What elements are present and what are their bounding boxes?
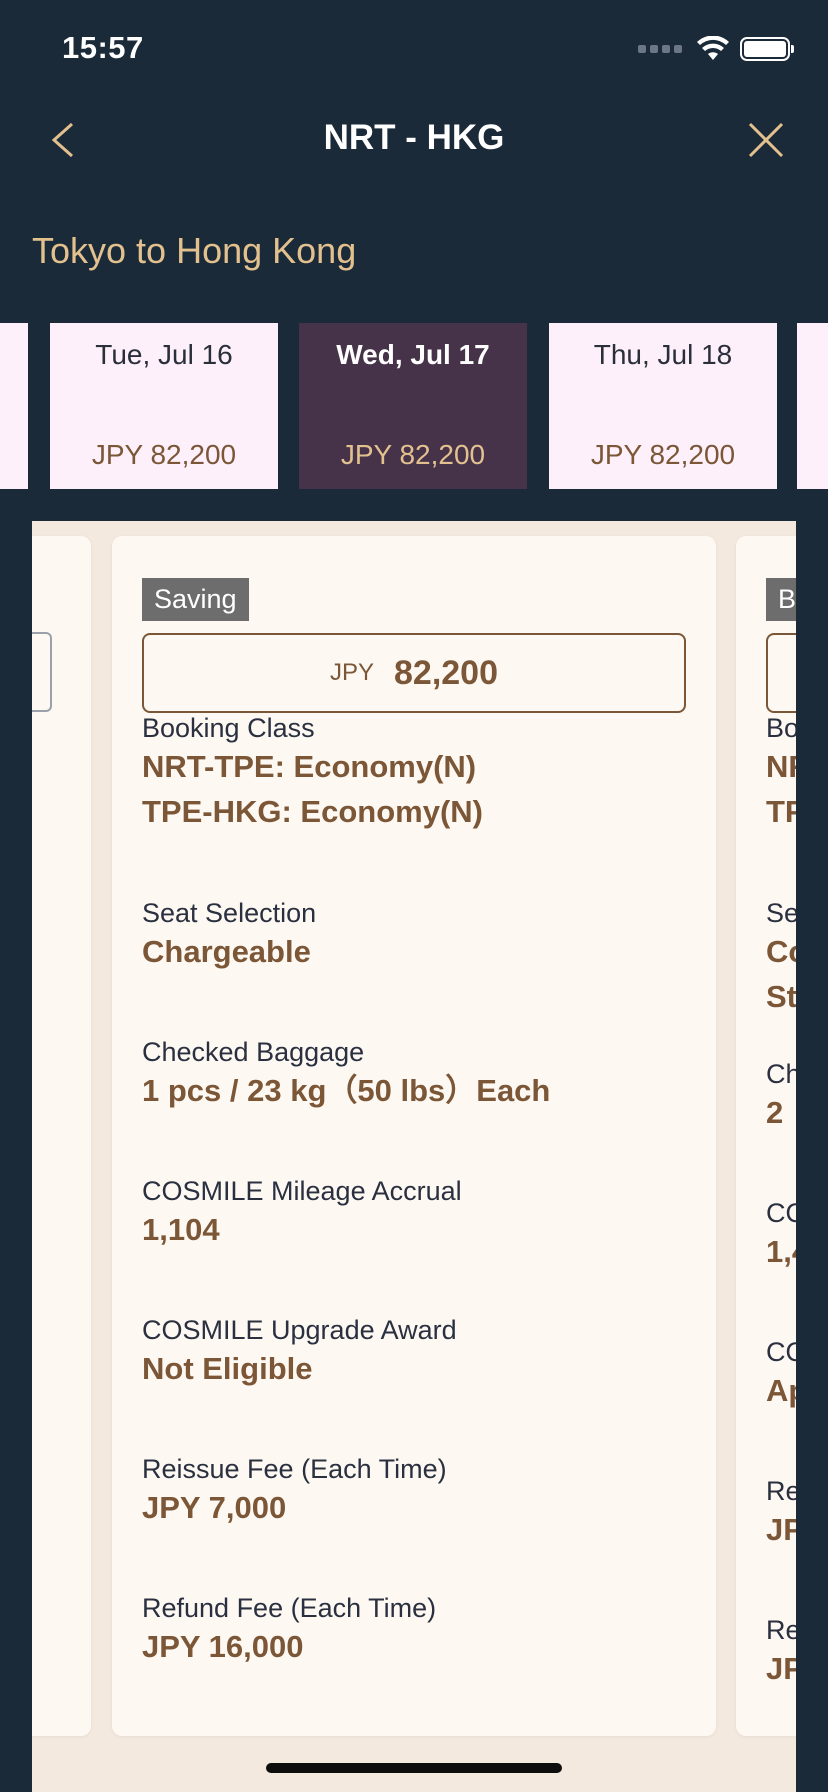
- date-card-selected[interactable]: Wed, Jul 17 JPY 82,200: [299, 323, 527, 489]
- refund-fee-value: JPY 16,000: [142, 1629, 304, 1664]
- checked-baggage-value: 2: [766, 1095, 784, 1130]
- date-price: JPY 82,200: [91, 439, 237, 470]
- checked-baggage-label: Ch: [766, 1059, 796, 1089]
- date-card-partial-right[interactable]: [797, 323, 828, 489]
- mileage-accrual-label: COSMILE Mileage Accrual: [142, 1176, 462, 1206]
- seat-selection-section: Seat Selection Chargeable: [142, 897, 706, 974]
- fare-card-partial-left[interactable]: [32, 536, 91, 1736]
- screen: 15:57 NRT - HKG Tokyo to Hong Kong Tue, …: [0, 0, 828, 1792]
- refund-fee-label: Refund Fee (Each Time): [142, 1593, 437, 1623]
- date-card-partial-left[interactable]: [0, 323, 28, 489]
- fare-price-button[interactable]: JPY 82,200: [142, 633, 686, 713]
- checked-baggage-section: Checked Baggage 1 pcs / 23 kg（50 lbs）Eac…: [142, 1036, 706, 1113]
- booking-class-segment-1: NR: [766, 749, 796, 784]
- date-card[interactable]: Thu, Jul 18 JPY 82,200: [549, 323, 777, 489]
- booking-class-segment-2: TPE-HKG: Economy(N): [142, 794, 483, 829]
- seat-selection-label: Seat Selection: [142, 898, 317, 928]
- refund-fee-section: Refund Fee (Each Time) JPY 16,000: [142, 1592, 706, 1669]
- fare-type-badge: Saving: [142, 578, 249, 621]
- refund-fee-section: Re JP: [766, 1614, 796, 1691]
- upgrade-award-value: Ap: [766, 1373, 796, 1408]
- price-currency: JPY: [329, 659, 374, 686]
- route-subtitle: Tokyo to Hong Kong: [32, 230, 357, 271]
- date-label: Thu, Jul 18: [593, 339, 733, 370]
- status-time: 15:57: [62, 30, 144, 65]
- booking-class-segment-2: TP: [766, 794, 796, 829]
- reissue-fee-value: JPY 7,000: [142, 1490, 287, 1525]
- reissue-fee-label: Re: [766, 1476, 796, 1506]
- checked-baggage-label: Checked Baggage: [142, 1037, 365, 1067]
- mileage-accrual-value: 1,4: [766, 1234, 796, 1269]
- checked-baggage-section: Ch 2: [766, 1058, 796, 1135]
- price-box-partial[interactable]: [32, 632, 52, 712]
- refund-fee-value: JP: [766, 1651, 796, 1686]
- fare-card-partial-right[interactable]: B Bo NR TP Se Co St Ch 2 CO 1,4 CO: [736, 536, 796, 1736]
- status-icons: [638, 36, 794, 62]
- seat-selection-section: Se Co St: [766, 897, 796, 1019]
- booking-class-section: Booking Class NRT-TPE: Economy(N) TPE-HK…: [142, 712, 706, 834]
- seat-selection-value: Chargeable: [142, 934, 311, 969]
- mileage-accrual-section: COSMILE Mileage Accrual 1,104: [142, 1175, 706, 1252]
- booking-class-section: Bo NR TP: [766, 712, 796, 834]
- fare-price-button[interactable]: [766, 633, 796, 713]
- reissue-fee-section: Reissue Fee (Each Time) JPY 7,000: [142, 1453, 706, 1530]
- seat-selection-value: Co: [766, 934, 796, 969]
- close-icon: [748, 122, 784, 158]
- fare-type-badge: B: [766, 578, 796, 621]
- upgrade-award-section: CO Ap: [766, 1336, 796, 1413]
- page-title: NRT - HKG: [323, 118, 505, 157]
- mileage-accrual-label: CO: [766, 1198, 796, 1228]
- home-indicator[interactable]: [266, 1763, 562, 1773]
- upgrade-award-value: Not Eligible: [142, 1351, 313, 1386]
- booking-class-label: Booking Class: [142, 713, 315, 743]
- date-selector: Tue, Jul 16 JPY 82,200 Wed, Jul 17 JPY 8…: [0, 323, 828, 489]
- upgrade-award-label: COSMILE Upgrade Award: [142, 1315, 457, 1345]
- mileage-accrual-value: 1,104: [142, 1212, 220, 1247]
- wifi-icon: [697, 36, 729, 60]
- date-price: JPY 82,200: [590, 439, 736, 470]
- seat-selection-label: Se: [766, 898, 796, 928]
- price-amount: 82,200: [394, 653, 498, 692]
- date-price: JPY 82,200: [340, 439, 486, 470]
- checked-baggage-value: 1 pcs / 23 kg（50 lbs）Each: [142, 1073, 551, 1108]
- refund-fee-label: Re: [766, 1615, 796, 1645]
- seat-selection-value-2: St: [766, 979, 796, 1014]
- reissue-fee-section: Re JP: [766, 1475, 796, 1552]
- upgrade-award-section: COSMILE Upgrade Award Not Eligible: [142, 1314, 706, 1391]
- reissue-fee-label: Reissue Fee (Each Time): [142, 1454, 447, 1484]
- booking-class-label: Bo: [766, 713, 796, 743]
- signal-icon: [638, 45, 682, 53]
- mileage-accrual-section: CO 1,4: [766, 1197, 796, 1274]
- fare-carousel: Saving JPY 82,200 Booking Class NRT-TPE:…: [32, 521, 796, 1792]
- date-label: Wed, Jul 17: [336, 339, 490, 370]
- reissue-fee-value: JP: [766, 1512, 796, 1547]
- booking-class-segment-1: NRT-TPE: Economy(N): [142, 749, 477, 784]
- battery-icon: [740, 37, 794, 61]
- date-card[interactable]: Tue, Jul 16 JPY 82,200: [50, 323, 278, 489]
- close-button[interactable]: [744, 118, 788, 162]
- upgrade-award-label: CO: [766, 1337, 796, 1367]
- fare-card-saving[interactable]: Saving JPY 82,200 Booking Class NRT-TPE:…: [112, 536, 716, 1736]
- date-label: Tue, Jul 16: [95, 339, 233, 370]
